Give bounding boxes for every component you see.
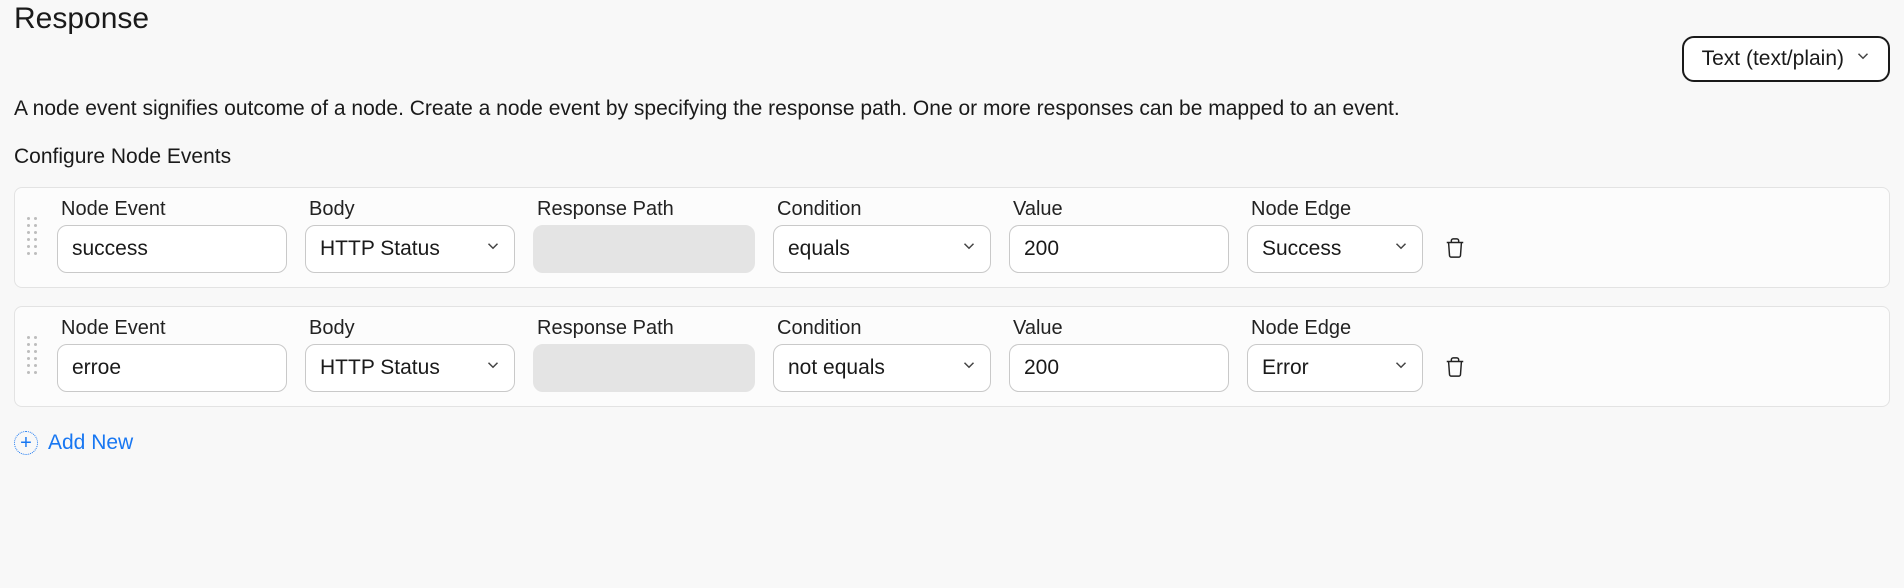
chevron-down-icon <box>484 237 502 261</box>
response-path-input <box>533 344 755 392</box>
configure-subheader: Configure Node Events <box>14 145 1890 169</box>
delete-row-button[interactable] <box>1441 234 1469 262</box>
body-label: Body <box>305 317 515 340</box>
response-type-value: Text (text/plain) <box>1702 47 1844 71</box>
value-text: 200 <box>1024 237 1059 261</box>
body-value: HTTP Status <box>320 237 440 261</box>
node-edge-value: Success <box>1262 237 1341 261</box>
condition-select[interactable]: not equals <box>773 344 991 392</box>
condition-label: Condition <box>773 317 991 340</box>
body-label: Body <box>305 198 515 221</box>
response-path-label: Response Path <box>533 317 755 340</box>
condition-select[interactable]: equals <box>773 225 991 273</box>
add-new-button[interactable]: + Add New <box>14 431 133 455</box>
chevron-down-icon <box>1854 47 1872 71</box>
plus-icon: + <box>14 431 38 455</box>
value-text: 200 <box>1024 356 1059 380</box>
page-title: Response <box>14 2 149 36</box>
chevron-down-icon <box>484 356 502 380</box>
value-label: Value <box>1009 198 1229 221</box>
condition-value: equals <box>788 237 850 261</box>
delete-row-button[interactable] <box>1441 353 1469 381</box>
trash-icon <box>1444 356 1466 378</box>
chevron-down-icon <box>1392 356 1410 380</box>
value-label: Value <box>1009 317 1229 340</box>
value-input[interactable]: 200 <box>1009 344 1229 392</box>
event-row: Node Event erroe Body HTTP Status Respon… <box>14 306 1890 407</box>
event-row: Node Event success Body HTTP Status Resp… <box>14 187 1890 288</box>
chevron-down-icon <box>960 356 978 380</box>
response-path-input <box>533 225 755 273</box>
body-select[interactable]: HTTP Status <box>305 225 515 273</box>
node-event-label: Node Event <box>57 317 287 340</box>
description-text: A node event signifies outcome of a node… <box>14 94 1890 123</box>
drag-handle-icon[interactable] <box>25 217 39 255</box>
add-new-label: Add New <box>48 431 133 455</box>
node-edge-select[interactable]: Success <box>1247 225 1423 273</box>
trash-icon <box>1444 237 1466 259</box>
response-type-select[interactable]: Text (text/plain) <box>1682 36 1890 82</box>
body-select[interactable]: HTTP Status <box>305 344 515 392</box>
node-edge-label: Node Edge <box>1247 198 1423 221</box>
condition-value: not equals <box>788 356 885 380</box>
body-value: HTTP Status <box>320 356 440 380</box>
chevron-down-icon <box>1392 237 1410 261</box>
drag-handle-icon[interactable] <box>25 336 39 374</box>
value-input[interactable]: 200 <box>1009 225 1229 273</box>
chevron-down-icon <box>960 237 978 261</box>
condition-label: Condition <box>773 198 991 221</box>
node-edge-label: Node Edge <box>1247 317 1423 340</box>
node-edge-value: Error <box>1262 356 1309 380</box>
node-event-value: erroe <box>72 356 121 380</box>
node-event-input[interactable]: erroe <box>57 344 287 392</box>
node-event-value: success <box>72 237 148 261</box>
node-event-input[interactable]: success <box>57 225 287 273</box>
node-edge-select[interactable]: Error <box>1247 344 1423 392</box>
node-event-label: Node Event <box>57 198 287 221</box>
response-path-label: Response Path <box>533 198 755 221</box>
